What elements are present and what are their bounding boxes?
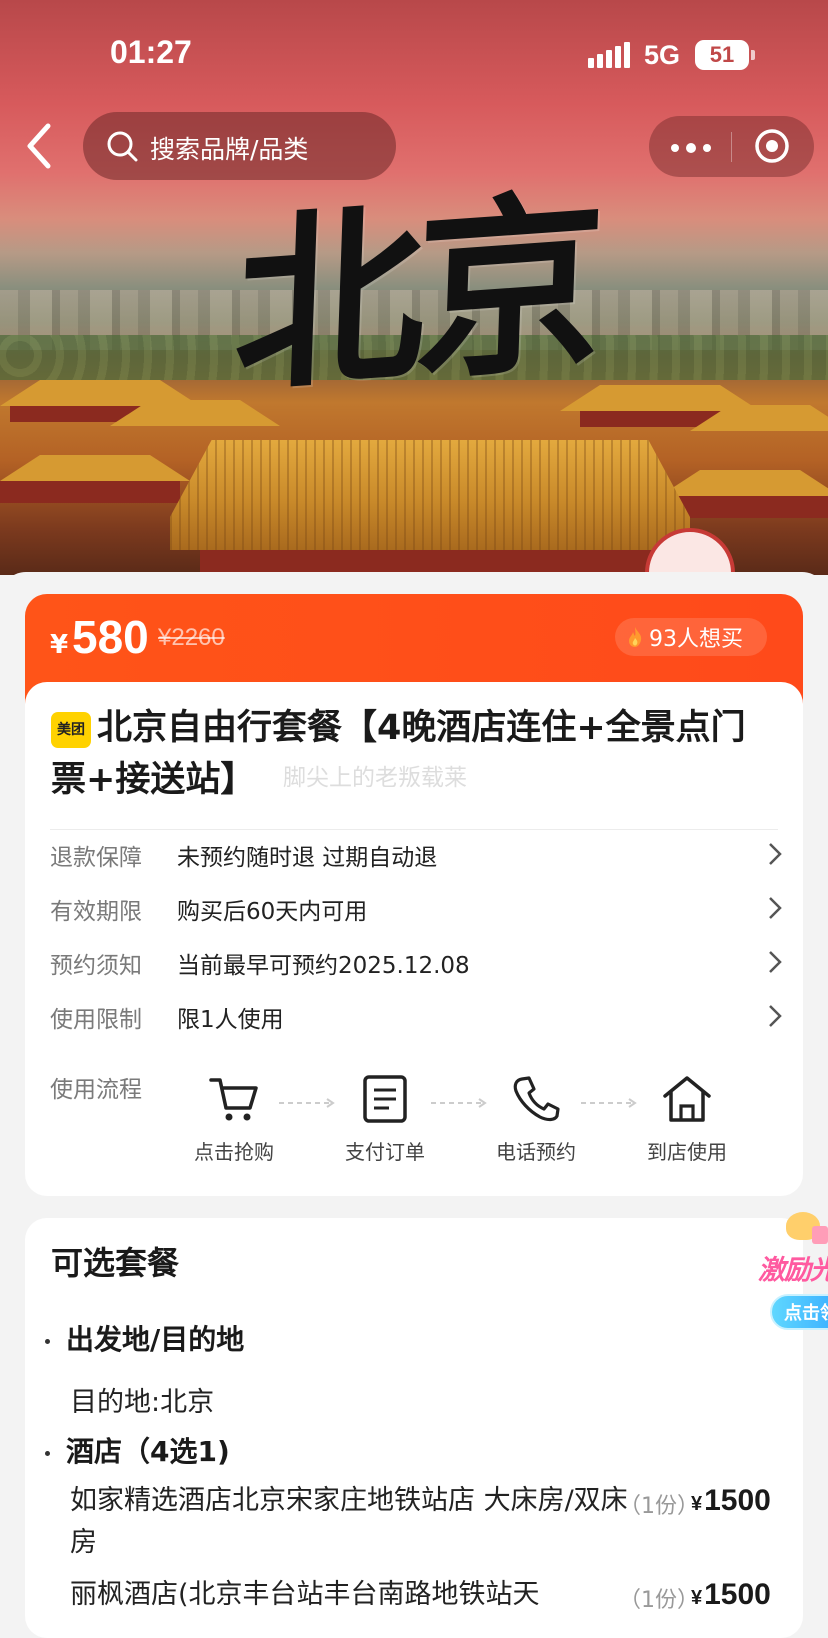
info-row-refund[interactable]: 退款保障 未预约随时退 过期自动退 — [50, 830, 802, 880]
info-row-value: 未预约随时退 过期自动退 — [177, 845, 438, 871]
hotel-price-value: 1500 — [704, 1578, 771, 1611]
step-pay: 支付订单 — [330, 1074, 440, 1165]
floating-promo[interactable]: 激励光 点击领 — [758, 1212, 828, 1342]
step-label: 到店使用 — [647, 1140, 727, 1164]
step-use: 到店使用 — [632, 1074, 742, 1165]
info-row-label: 使用限制 — [50, 1007, 142, 1033]
step-buy: 点击抢购 — [179, 1074, 289, 1165]
step-label: 电话预约 — [496, 1140, 576, 1164]
hotel-price: ¥1500 — [691, 1578, 771, 1612]
info-row-value: 限1人使用 — [177, 1007, 284, 1033]
section-heading-destination: 出发地/目的地 — [45, 1318, 244, 1358]
chevron-right-icon — [769, 843, 782, 865]
section-heading-hotel: 酒店（4选1) — [45, 1430, 230, 1470]
hotel-option[interactable]: 丽枫酒店(北京丰台站丰台南路地铁站天 — [70, 1574, 630, 1616]
battery-tip — [751, 50, 755, 60]
hotel-qty: （1份） — [619, 1494, 699, 1519]
info-row-booking[interactable]: 预约须知 当前最早可预约2025.12.08 — [50, 938, 802, 988]
hotel-option[interactable]: 如家精选酒店北京宋家庄地铁站店 大床房/双床房 — [70, 1480, 630, 1564]
step-call: 电话预约 — [481, 1074, 591, 1165]
search-icon — [107, 131, 138, 162]
watermark: 脚尖上的老叛载莱 — [283, 765, 467, 791]
step-label: 点击抢购 — [194, 1140, 274, 1164]
info-row-label: 预约须知 — [50, 953, 142, 979]
original-price: ¥2260 — [158, 624, 225, 651]
step-label: 支付订单 — [345, 1140, 425, 1164]
promo-button[interactable]: 点击领 — [770, 1294, 828, 1330]
info-row-value: 购买后60天内可用 — [177, 899, 368, 925]
more-button[interactable] — [649, 116, 731, 177]
info-row-validity[interactable]: 有效期限 购买后60天内可用 — [50, 884, 802, 934]
info-row-label: 有效期限 — [50, 899, 142, 925]
package-title: 可选套餐 — [51, 1244, 180, 1282]
signal-icon — [588, 42, 630, 68]
status-bar: 01:27 5G 51 — [0, 0, 828, 100]
price-currency: ¥ — [691, 1587, 703, 1609]
target-circle-icon — [755, 129, 789, 163]
destination-text: 目的地:北京 — [70, 1387, 215, 1418]
package-options-card: 可选套餐 出发地/目的地 目的地:北京 酒店（4选1) 如家精选酒店北京宋家庄地… — [25, 1218, 803, 1638]
want-count-badge: 93人想买 — [615, 618, 767, 656]
hotel-price: ¥1500 — [691, 1484, 771, 1518]
dashed-arrow — [279, 1098, 335, 1108]
back-button[interactable] — [16, 118, 66, 174]
info-row-value: 当前最早可预约2025.12.08 — [177, 953, 470, 979]
battery-icon: 51 — [695, 40, 749, 70]
process-label: 使用流程 — [50, 1077, 142, 1103]
promo-text: 激励光 — [758, 1255, 828, 1286]
chevron-right-icon — [769, 1005, 782, 1027]
hotel-price-value: 1500 — [704, 1484, 771, 1517]
phone-icon — [513, 1076, 560, 1122]
gift-icon — [812, 1226, 828, 1244]
want-count-text: 93人想买 — [649, 627, 743, 652]
close-mini-program-button[interactable] — [732, 116, 814, 177]
search-bar[interactable]: 搜索品牌/品类 — [83, 112, 396, 180]
price-currency: ¥ — [50, 630, 69, 660]
flame-icon — [629, 627, 642, 647]
info-row-limit[interactable]: 使用限制 限1人使用 — [50, 992, 802, 1042]
mini-program-capsule — [649, 116, 814, 177]
section-heading-text: 酒店（4选1) — [66, 1435, 230, 1468]
price-currency: ¥ — [691, 1493, 703, 1515]
status-time: 01:27 — [110, 34, 192, 70]
home-icon — [663, 1076, 711, 1122]
current-price: 580 — [72, 611, 149, 663]
network-type: 5G — [644, 40, 681, 70]
hero-calligraphy: 北京 — [231, 169, 599, 420]
dashed-arrow — [581, 1098, 637, 1108]
cart-icon — [209, 1078, 258, 1121]
product-info-card: 美团 北京自由行套餐【4晚酒店连住+全景点门票+接送站】 脚尖上的老叛载莱 退款… — [25, 682, 803, 1196]
chevron-right-icon — [769, 951, 782, 973]
section-heading-text: 出发地/目的地 — [66, 1323, 245, 1356]
document-icon — [363, 1075, 407, 1123]
chevron-right-icon — [769, 897, 782, 919]
hotel-qty: （1份） — [619, 1588, 699, 1613]
search-placeholder: 搜索品牌/品类 — [150, 135, 309, 164]
info-row-label: 退款保障 — [50, 845, 142, 871]
chevron-left-icon — [27, 123, 51, 169]
